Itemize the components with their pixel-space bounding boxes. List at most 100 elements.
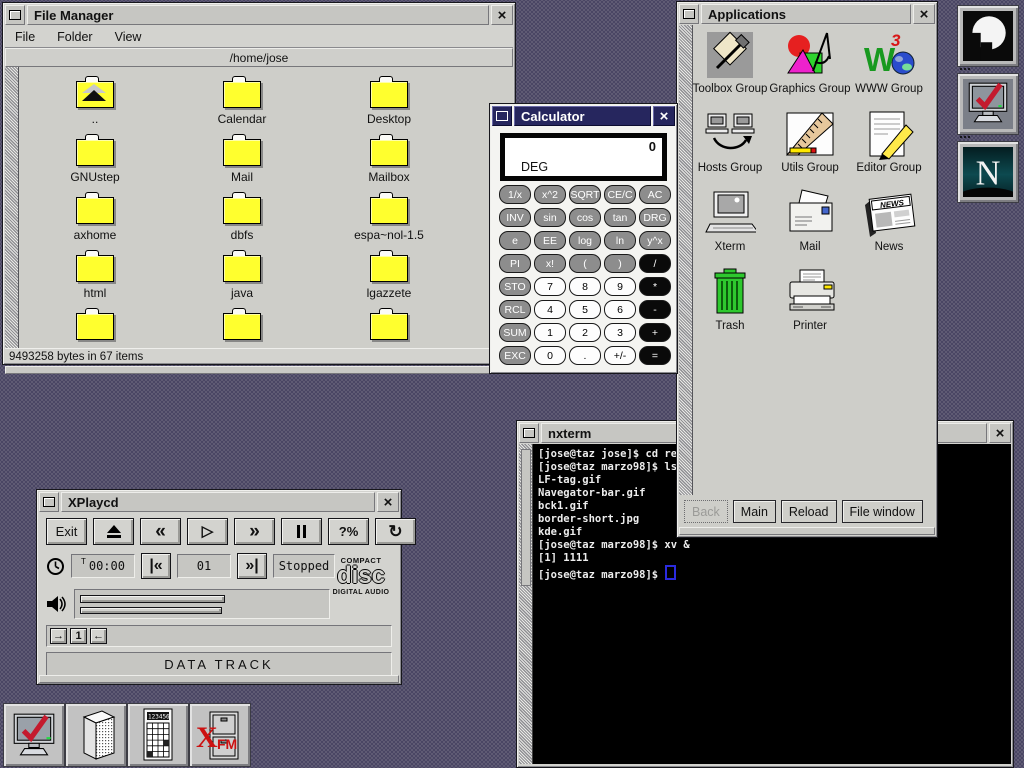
forward-button[interactable]: »: [234, 518, 275, 545]
app-item-www-group[interactable]: W 3 WWW Group: [849, 29, 929, 105]
file-manager-titlebar[interactable]: File Manager ×: [5, 5, 513, 25]
folder-item[interactable]: [170, 313, 314, 348]
window-menu-button[interactable]: [39, 492, 59, 512]
calc-button[interactable]: cos: [569, 208, 601, 227]
folder-item[interactable]: espa~nol-1.5: [317, 197, 461, 253]
calculator-titlebar[interactable]: Calculator ×: [492, 106, 675, 126]
window-menu-button[interactable]: [519, 423, 539, 443]
calc-button[interactable]: INV: [499, 208, 531, 227]
track-prev-button[interactable]: ←: [90, 628, 107, 644]
folder-item[interactable]: java: [170, 255, 314, 311]
calc-button[interactable]: +: [639, 323, 671, 342]
calc-button[interactable]: ): [604, 254, 636, 273]
calc-button[interactable]: 2: [569, 323, 601, 342]
shuffle-button[interactable]: ?%: [328, 518, 369, 545]
folder-item[interactable]: [317, 313, 461, 348]
calc-button[interactable]: +/-: [604, 346, 636, 365]
calc-button[interactable]: tan: [604, 208, 636, 227]
folder-item[interactable]: GNUstep: [23, 139, 167, 195]
app-item-news[interactable]: NEWS News: [849, 187, 929, 263]
close-button[interactable]: ×: [913, 4, 935, 24]
eject-button[interactable]: [93, 518, 134, 545]
folder-item[interactable]: Desktop: [317, 81, 461, 137]
calc-button[interactable]: 7: [534, 277, 566, 296]
close-button[interactable]: ×: [989, 423, 1011, 443]
calc-button[interactable]: -: [639, 300, 671, 319]
resize-strip[interactable]: [679, 527, 935, 535]
track-next-button[interactable]: →: [50, 628, 67, 644]
calc-button[interactable]: SQRT: [569, 185, 601, 204]
xplaycd-titlebar[interactable]: XPlaycd ×: [39, 492, 399, 512]
file-window-button[interactable]: File window: [842, 500, 923, 523]
calc-button[interactable]: sin: [534, 208, 566, 227]
timer-icon[interactable]: [46, 557, 65, 576]
menu-folder[interactable]: Folder: [57, 30, 92, 44]
calc-button[interactable]: y^x: [639, 231, 671, 250]
volume-bar[interactable]: [80, 595, 225, 603]
folder-item[interactable]: axhome: [23, 197, 167, 253]
window-menu-button[interactable]: [679, 4, 699, 24]
calc-button[interactable]: SUM: [499, 323, 531, 342]
calc-button[interactable]: STO: [499, 277, 531, 296]
terminal-scrollbar[interactable]: [519, 444, 533, 764]
reload-button[interactable]: Reload: [781, 500, 837, 523]
calc-button[interactable]: ln: [604, 231, 636, 250]
calc-button[interactable]: 3: [604, 323, 636, 342]
exit-button[interactable]: Exit: [46, 518, 87, 545]
app-item-xterm[interactable]: Xterm: [690, 187, 770, 263]
app-item-printer[interactable]: Printer: [770, 266, 850, 342]
folder-item[interactable]: Mailbox: [317, 139, 461, 195]
calc-button[interactable]: CE/C: [604, 185, 636, 204]
dock-tile-monitor-check[interactable]: [957, 73, 1019, 135]
volume-slider[interactable]: [74, 589, 330, 619]
calc-button[interactable]: e: [499, 231, 531, 250]
close-button[interactable]: ×: [653, 106, 675, 126]
dock-tile-box[interactable]: [65, 703, 127, 767]
app-item-editor-group[interactable]: Editor Group: [849, 108, 929, 184]
folder-item[interactable]: Calendar: [170, 81, 314, 137]
folder-item[interactable]: Mail: [170, 139, 314, 195]
calc-button[interactable]: AC: [639, 185, 671, 204]
calc-button[interactable]: x!: [534, 254, 566, 273]
calc-button[interactable]: *: [639, 277, 671, 296]
calc-button[interactable]: log: [569, 231, 601, 250]
folder-item[interactable]: [23, 313, 167, 348]
calc-button[interactable]: 0: [534, 346, 566, 365]
dock-tile-xwindow[interactable]: [3, 703, 65, 767]
balance-bar[interactable]: [80, 607, 222, 614]
scrollbar-thumb[interactable]: [521, 449, 531, 586]
window-menu-button[interactable]: [492, 106, 512, 126]
back-button[interactable]: Back: [684, 500, 728, 523]
dock-tile-netscape[interactable]: N: [957, 141, 1019, 203]
repeat-button[interactable]: ↻: [375, 518, 416, 545]
calc-button[interactable]: =: [639, 346, 671, 365]
calc-button[interactable]: 5: [569, 300, 601, 319]
calc-button[interactable]: 9: [604, 277, 636, 296]
app-item-trash[interactable]: Trash: [690, 266, 770, 342]
file-manager-scrollbar[interactable]: [5, 67, 19, 348]
calc-button[interactable]: 1/x: [499, 185, 531, 204]
calc-button[interactable]: /: [639, 254, 671, 273]
menu-view[interactable]: View: [115, 30, 142, 44]
app-item-hosts-group[interactable]: Hosts Group: [690, 108, 770, 184]
calc-button[interactable]: PI: [499, 254, 531, 273]
prev-track-button[interactable]: |«: [141, 553, 171, 579]
track-number-button[interactable]: 1: [70, 628, 87, 644]
folder-item[interactable]: lgazzete: [317, 255, 461, 311]
folder-item-up[interactable]: ..: [23, 81, 167, 137]
calc-button[interactable]: 1: [534, 323, 566, 342]
calc-button[interactable]: x^2: [534, 185, 566, 204]
resize-strip[interactable]: [5, 366, 513, 374]
calc-button[interactable]: DRG: [639, 208, 671, 227]
dock-tile-xfm[interactable]: X FM: [189, 703, 251, 767]
calc-button[interactable]: EE: [534, 231, 566, 250]
dock-tile-afterstep[interactable]: [957, 5, 1019, 67]
app-item-toolbox-group[interactable]: Toolbox Group: [690, 29, 770, 105]
calc-button[interactable]: 4: [534, 300, 566, 319]
pause-button[interactable]: [281, 518, 322, 545]
folder-item[interactable]: html: [23, 255, 167, 311]
resize-strip[interactable]: [39, 675, 399, 683]
window-menu-button[interactable]: [5, 5, 25, 25]
folder-item[interactable]: dbfs: [170, 197, 314, 253]
next-track-button[interactable]: »|: [237, 553, 267, 579]
